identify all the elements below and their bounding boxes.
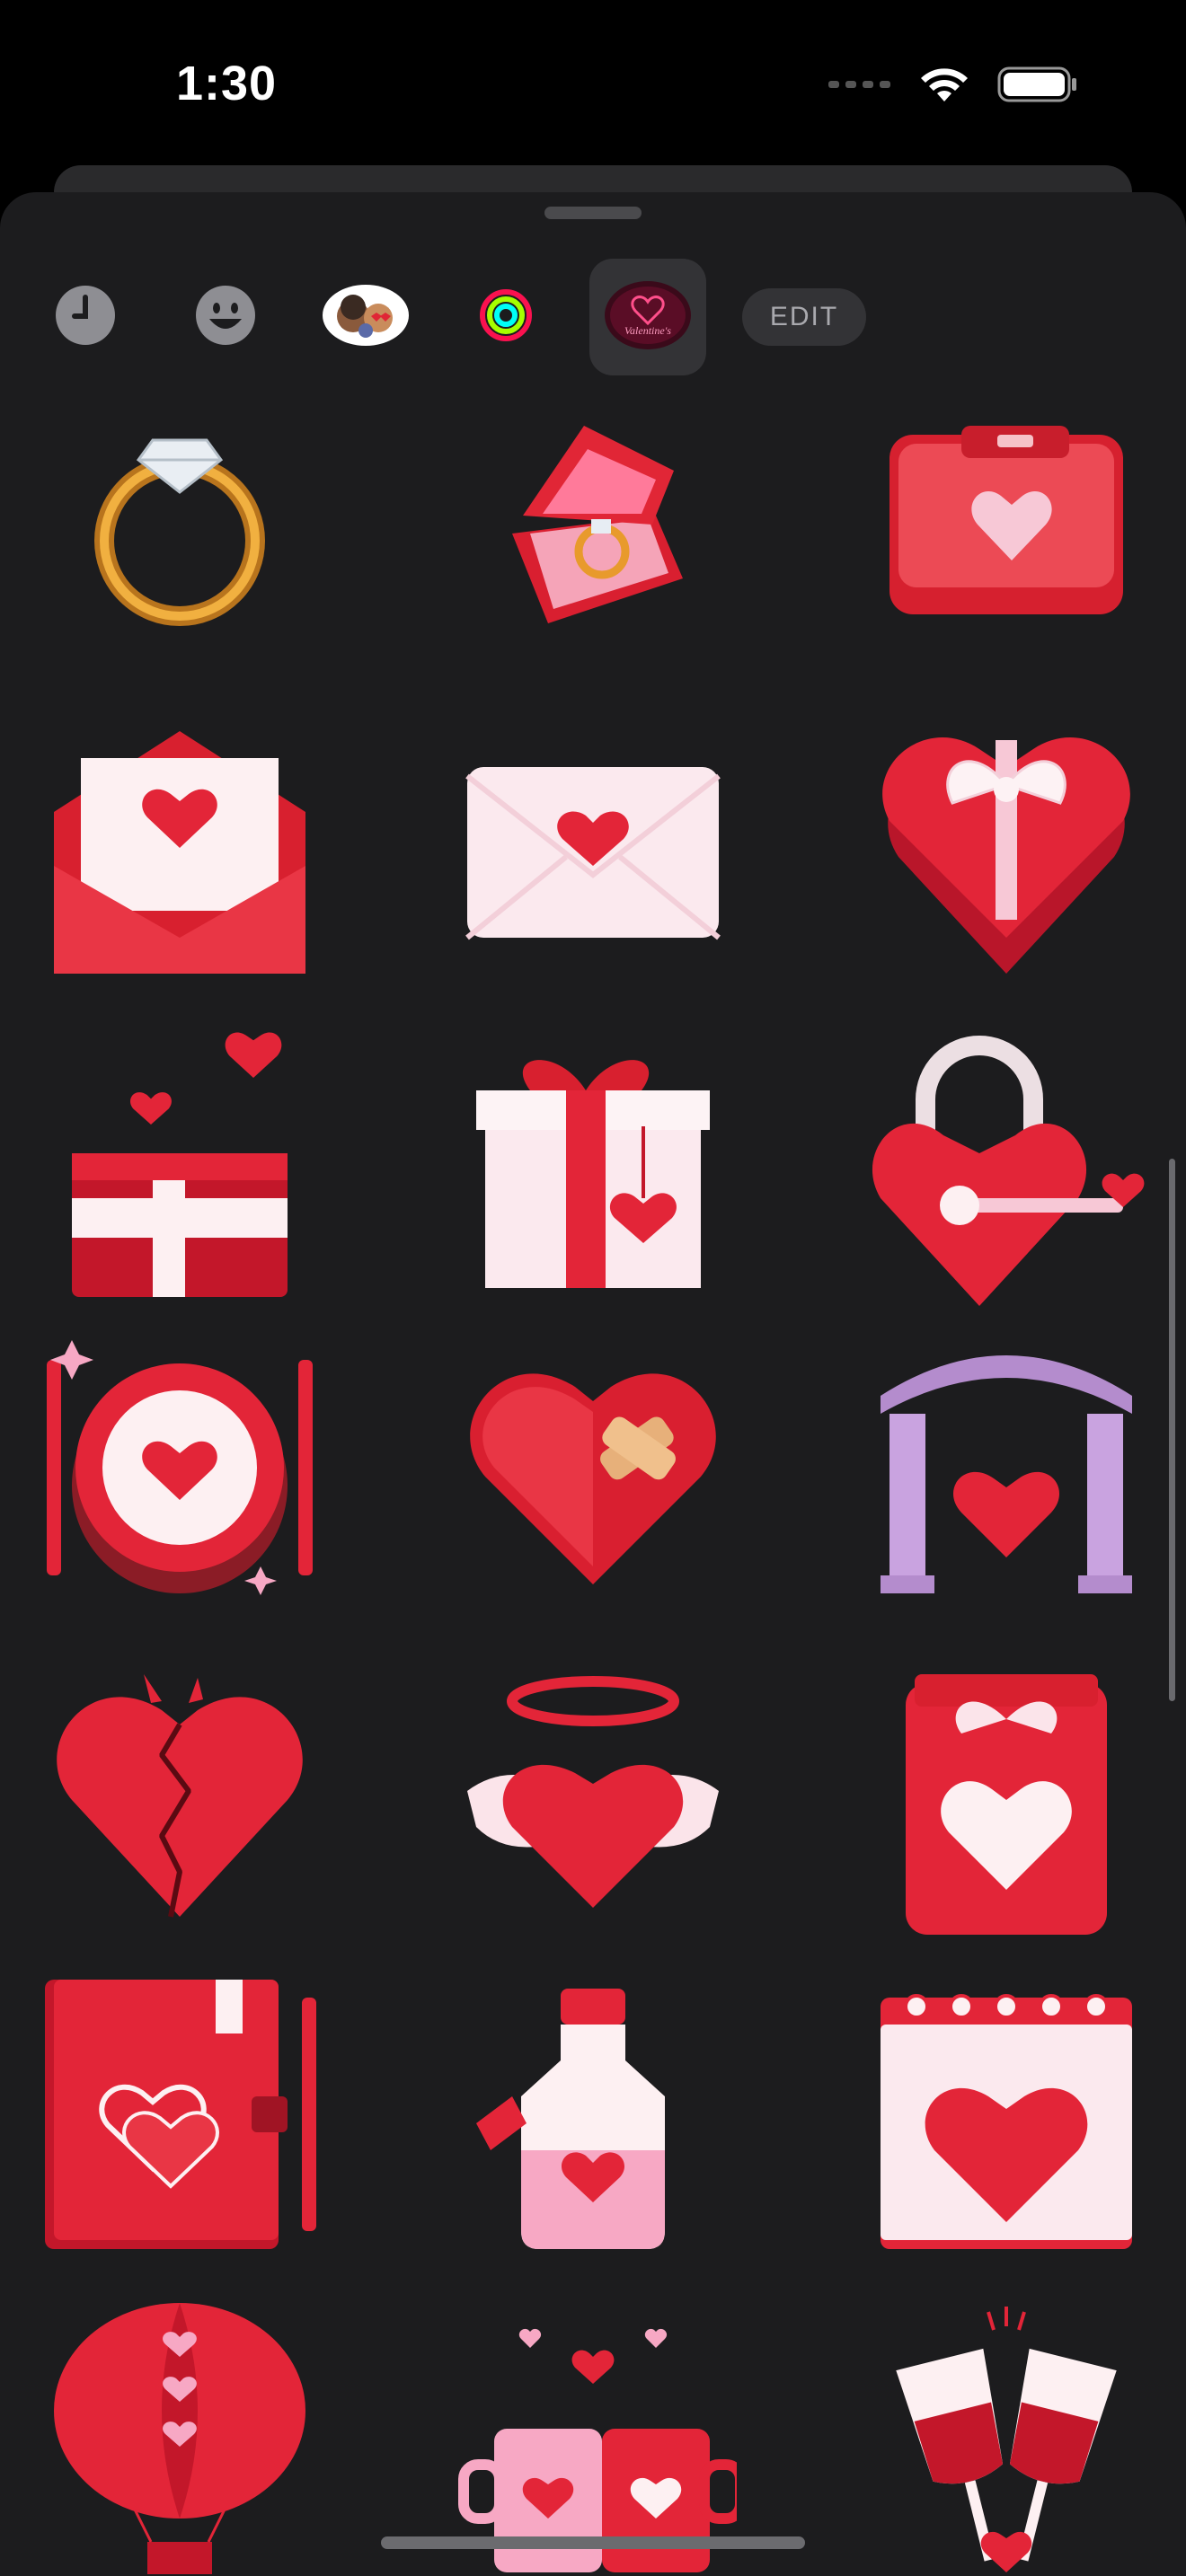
sticker-angel-heart[interactable]	[449, 1647, 737, 1935]
sticker-heart-jar[interactable]	[863, 1647, 1150, 1935]
sticker-ring-box[interactable]	[449, 381, 737, 668]
wifi-icon	[918, 66, 970, 108]
category-bar: Valentine's EDIT	[0, 251, 1186, 386]
clock-icon	[55, 285, 116, 350]
activity-rings-icon	[479, 288, 533, 347]
sticker-heart-balloon[interactable]	[36, 2294, 323, 2576]
sticker-heart-padlock-key[interactable]	[863, 1019, 1150, 1306]
sticker-champagne-toast[interactable]	[863, 2294, 1150, 2576]
sticker-heart-dinner-plate[interactable]	[36, 1324, 323, 1611]
status-icons	[828, 65, 1078, 109]
valentines-pack-icon: Valentine's	[604, 280, 692, 355]
scroll-indicator[interactable]	[1169, 1159, 1175, 1701]
home-indicator[interactable]	[381, 2536, 805, 2549]
sticker-love-potion[interactable]	[449, 1971, 737, 2258]
sticker-bandaged-heart[interactable]	[449, 1324, 737, 1611]
sticker-broken-heart[interactable]	[36, 1647, 323, 1935]
status-time: 1:30	[176, 57, 278, 110]
status-bar: 1:30	[0, 0, 1186, 171]
sticker-sheet: Valentine's EDIT	[0, 192, 1186, 2576]
sheet-grabber[interactable]	[544, 207, 642, 219]
emoji-tab[interactable]	[176, 268, 275, 366]
sticker-gift-box-heart-tag[interactable]	[449, 1019, 737, 1306]
sticker-heart-arch[interactable]	[863, 1324, 1150, 1611]
svg-text:Valentine's: Valentine's	[624, 324, 671, 337]
cellular-signal-icon	[828, 75, 891, 98]
sticker-heart-calendar[interactable]	[863, 1971, 1150, 2258]
memoji-stickers-icon	[321, 284, 411, 351]
sticker-heart-gift-box[interactable]	[863, 704, 1150, 992]
smiley-icon	[195, 285, 256, 350]
recents-tab[interactable]	[36, 268, 135, 366]
battery-icon	[997, 65, 1078, 109]
memoji-tab[interactable]	[316, 268, 415, 366]
sticker-diamond-ring[interactable]	[36, 381, 323, 668]
sticker-heart-wallet[interactable]	[863, 381, 1150, 668]
sticker-heart-diary[interactable]	[36, 1971, 323, 2258]
sticker-gift-with-hearts[interactable]	[36, 1019, 323, 1306]
edit-button[interactable]: EDIT	[742, 288, 866, 346]
sticker-love-envelope[interactable]	[449, 704, 737, 992]
activity-tab[interactable]	[456, 268, 555, 366]
valentines-pack-tab[interactable]: Valentine's	[589, 259, 706, 375]
sticker-love-letter-open[interactable]	[36, 704, 323, 992]
sticker-heart-mugs[interactable]	[449, 2294, 737, 2576]
